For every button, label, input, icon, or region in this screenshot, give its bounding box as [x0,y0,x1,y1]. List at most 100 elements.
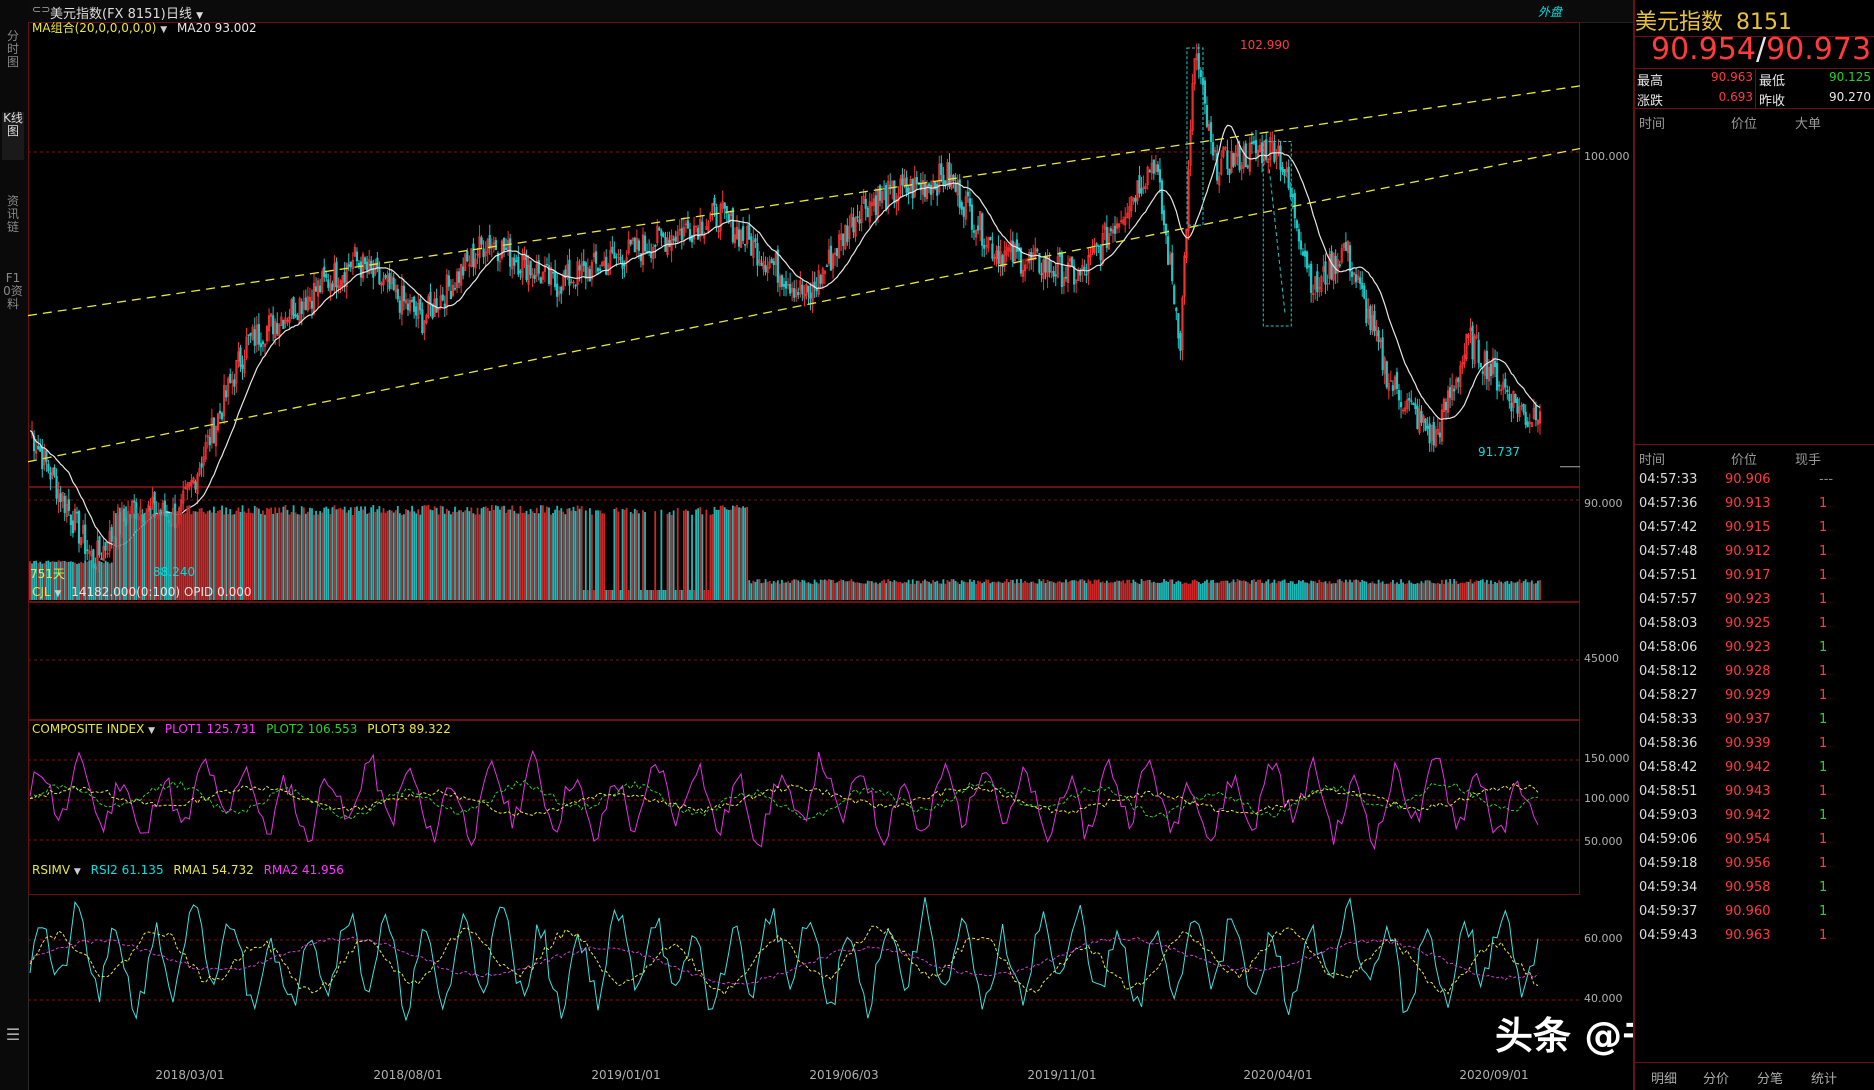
candle-body [1211,142,1215,156]
volume-legend[interactable]: CJL ▼ 14182.000(0:100) OPID 0.000 [32,585,251,599]
volume-bar [501,506,503,600]
tab-stats[interactable]: 统计 [1811,1068,1837,1087]
volume-bar [995,582,998,600]
candle-body [241,364,244,369]
candle-body [41,446,44,470]
volume-bar [850,579,853,600]
volume-bar [944,583,947,600]
volume-bar [1018,582,1020,600]
volume-bar [284,505,287,600]
volume-bar [1212,579,1214,600]
candle-body [441,294,444,301]
candle-body [449,291,453,300]
volume-bar [315,510,317,600]
volume-bar [1244,581,1247,600]
volume-bar [595,510,597,600]
candle-body [1303,250,1307,257]
trade-price: 90.954 [1725,832,1771,847]
candle-body [1514,394,1517,403]
candle-body [1175,307,1178,312]
tab-price-dist[interactable]: 分价 [1703,1068,1729,1087]
candle-body [1164,223,1168,236]
candle-body [364,257,367,265]
trade-volume: 1 [1819,712,1828,727]
candle-body [53,467,56,477]
volume-bar [748,580,751,600]
volume-bar [917,580,920,600]
volume-bar [349,507,352,600]
volume-bar [660,509,663,600]
composite-legend[interactable]: COMPOSITE INDEX ▼ PLOT1 125.731 PLOT2 10… [32,722,451,736]
tab-detail[interactable]: 明细 [1651,1068,1677,1087]
candle-body [457,271,461,283]
big-order-header: 时间 [1639,117,1666,132]
volume-bar [858,582,861,600]
volume-bar [1024,580,1026,600]
trade-volume: 1 [1819,544,1828,559]
volume-bar [695,509,698,600]
change-value: 0.693 [1718,90,1753,104]
candle-body [384,275,387,278]
volume-bar [1255,581,1257,600]
volume-bar [838,580,841,600]
candle-body [443,303,446,308]
candle-body [997,245,1000,264]
plot3-value: PLOT3 89.322 [367,722,451,736]
trade-volume: 1 [1819,496,1828,511]
ma-legend[interactable]: MA组合(20,0,0,0,0,0) ▼ MA20 93.002 [32,19,257,36]
candle-body [594,251,598,264]
volume-bar [1479,580,1482,600]
candle-body [668,240,671,247]
volume-bar [1238,580,1241,600]
volume-bar [817,583,820,600]
volume-bar [435,507,438,600]
candle-body [1426,425,1429,429]
trade-list[interactable]: 04:57:33 90.906 --- 04:57:36 90.913 1 04:57:42… [1635,468,1874,948]
volume-bar [932,580,935,600]
volume-bar [793,579,796,600]
volume-bar [717,509,720,600]
candle-body [220,412,224,420]
trade-time: 04:58:51 [1639,784,1698,799]
volume-bar [701,514,704,600]
volume-bar [1250,580,1253,600]
volume-bar [1430,582,1433,600]
volume-bar [306,511,309,600]
candle-body [874,195,878,216]
trade-volume: 1 [1819,568,1828,583]
volume-bar [1003,581,1006,600]
volume-bar [1385,583,1388,600]
tab-ticks[interactable]: 分笔 [1757,1068,1783,1087]
volume-bar [335,509,338,600]
volume-bar [736,505,738,600]
candle-body [662,233,665,238]
x-axis-date: 2020/09/01 [1459,1068,1529,1082]
candle-body [1348,245,1352,272]
trade-price: 90.942 [1725,760,1771,775]
candle-body [1252,141,1256,144]
rsimv-legend[interactable]: RSIMV ▼ RSI2 61.135 RMA1 54.732 RMA2 41.… [32,863,344,877]
ma20-value: MA20 93.002 [177,21,257,35]
volume-bar [1007,582,1010,600]
volume-bar [946,580,949,600]
candle-body [37,445,40,450]
volume-bar [971,581,973,600]
volume-bar [758,579,761,600]
volume-bar [740,507,742,600]
kline-chart[interactable] [0,0,1633,1090]
volume-bar [490,505,493,600]
volume-bar [1065,579,1067,600]
candle-body [584,262,587,279]
volume-bar [1369,582,1372,600]
volume-bar [848,580,851,600]
candle-body [1203,80,1206,104]
volume-bar [447,510,450,600]
volume-bar [1300,581,1302,600]
composite-axis-tick: 150.000 [1584,752,1630,765]
volume-bar [750,583,753,600]
trade-price: 90.912 [1725,544,1771,559]
volume-bar [854,582,857,600]
candle-body [331,283,334,291]
volume-bar [1159,582,1161,600]
volume-bar [372,505,375,600]
